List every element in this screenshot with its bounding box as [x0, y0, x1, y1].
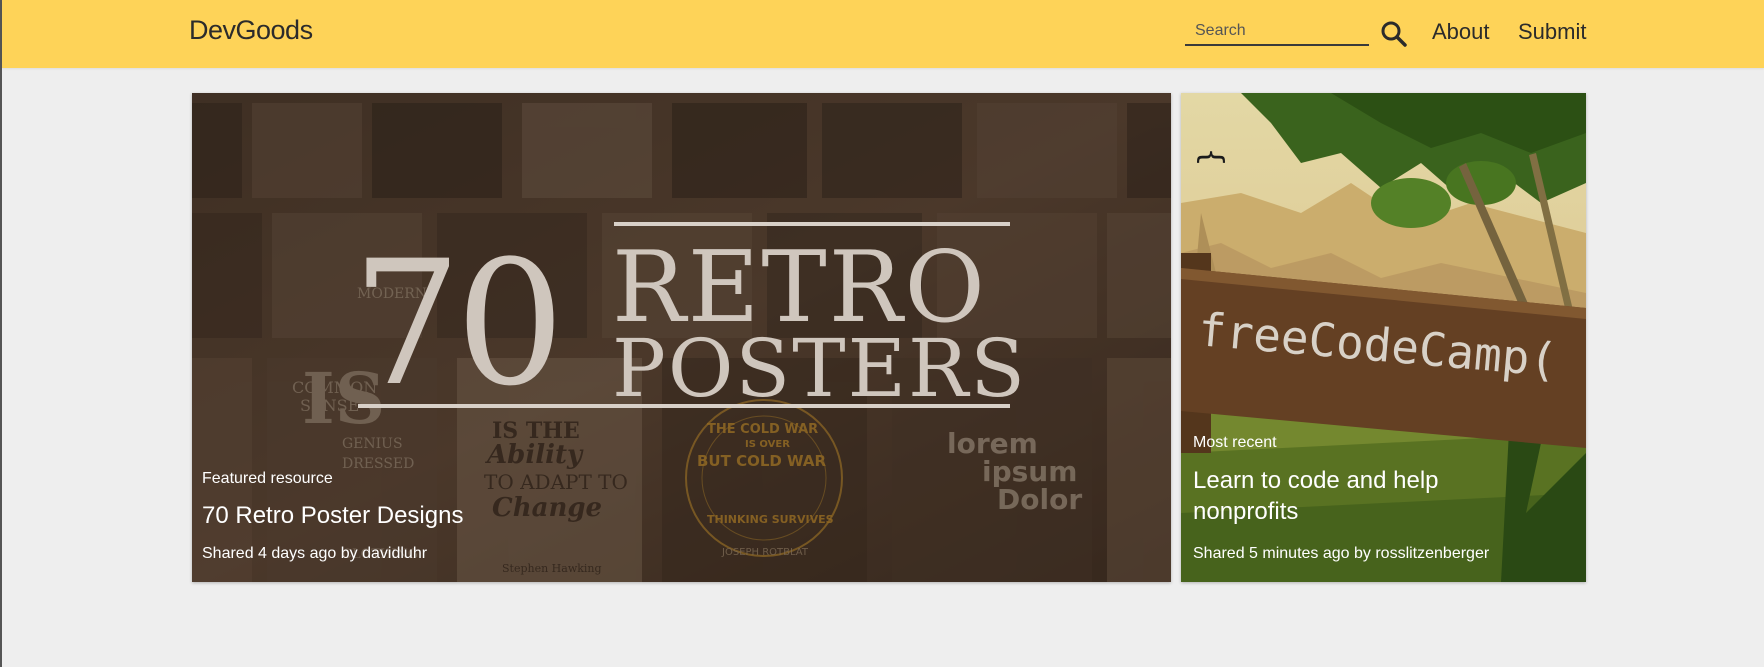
recent-meta: Shared 5 minutes ago by rosslitzenberger [1193, 545, 1490, 562]
poster-headline-number: 70 [352, 223, 559, 424]
nav-about-link[interactable]: About [1432, 19, 1490, 45]
brand-logo[interactable]: DevGoods [189, 15, 313, 46]
top-bar: DevGoods About Submit [2, 0, 1764, 68]
recent-title[interactable]: Learn to code and help nonprofits [1193, 465, 1583, 527]
featured-resource-card[interactable]: IS COMMON SENSE GENIUS DRESSED CLOTHING … [192, 93, 1171, 582]
recent-label: Most recent [1193, 434, 1277, 451]
featured-meta: Shared 4 days ago by davidluhr [202, 545, 428, 562]
recent-title-line-1: Learn to code and help [1193, 467, 1439, 494]
search-icon[interactable] [1380, 20, 1408, 48]
search-field[interactable] [1185, 16, 1375, 46]
nav-submit-link[interactable]: Submit [1518, 19, 1586, 45]
most-recent-card[interactable]: freeCodeCamp( { Most recent Learn to cod… [1181, 93, 1586, 582]
featured-label: Featured resource [202, 470, 333, 487]
recent-title-line-2: nonprofits [1193, 498, 1299, 525]
poster-headline-posters: POSTERS [612, 322, 1027, 415]
featured-title[interactable]: 70 Retro Poster Designs [202, 500, 463, 531]
window-edge [0, 0, 2, 667]
search-input[interactable] [1185, 16, 1375, 44]
